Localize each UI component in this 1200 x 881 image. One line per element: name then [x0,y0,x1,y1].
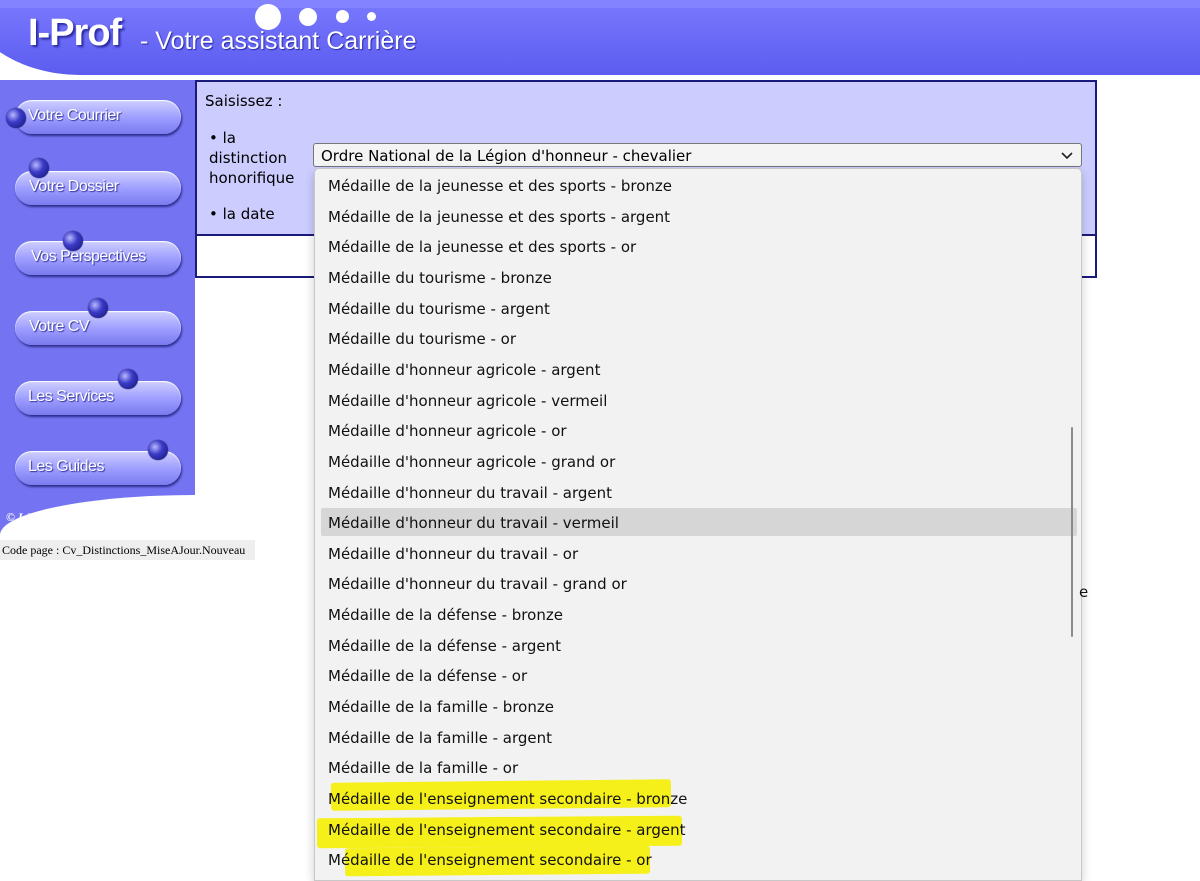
dropdown-scrollbar[interactable] [1071,427,1073,637]
orb-icon [148,440,168,460]
distinction-select[interactable]: Ordre National de la Légion d'honneur - … [313,143,1082,167]
dropdown-option[interactable]: Médaille d'honneur agricole - grand or [321,447,1077,475]
orb-icon [29,158,49,178]
orb-icon [63,231,83,251]
sidebar-item-perspectives[interactable]: Vos Perspectives [15,241,181,275]
dropdown-option[interactable]: Médaille de la jeunesse et des sports - … [321,202,1077,230]
sidebar-item-label: Votre CV [29,318,90,335]
decorative-dot-large [255,4,281,30]
dropdown-option[interactable]: Médaille du tourisme - bronze [321,263,1077,291]
sidebar-item-label: Vos Perspectives [31,248,146,265]
dropdown-option[interactable]: Médaille de la famille - or [321,753,1077,781]
dropdown-option[interactable]: Médaille de la jeunesse et des sports - … [321,171,1077,199]
form-instruction: Saisissez : [205,92,283,110]
distinction-select-value: Ordre National de la Légion d'honneur - … [321,147,692,165]
dropdown-option[interactable]: Médaille du tourisme - or [321,324,1077,352]
dropdown-option[interactable]: Médaille de la défense - or [321,661,1077,689]
decorative-dot-small [336,10,349,23]
logo-subtitle: - Votre assistant Carrière [140,27,417,55]
decorative-dot-tiny [367,12,376,21]
distinction-label: • la distinction honorifique [209,129,295,187]
dropdown-option[interactable]: Médaille du tourisme - argent [321,294,1077,322]
dropdown-option[interactable]: Médaille de l'enseignement secondaire - … [321,784,1077,812]
dropdown-option[interactable]: Médaille de la défense - bronze [321,600,1077,628]
date-label: • la date [209,205,275,223]
copyright-text: © I-Prof [6,510,49,524]
dropdown-option[interactable]: Médaille d'honneur du travail - vermeil [321,508,1077,537]
dropdown-option[interactable]: Médaille d'honneur du travail - grand or [321,569,1077,597]
orb-icon [118,369,138,389]
orb-icon [6,108,26,128]
header-top-bar [0,0,1200,8]
code-page-info: Code page : Cv_Distinctions_MiseAJour.No… [0,540,255,560]
dropdown-option[interactable]: Médaille d'honneur du travail - argent [321,478,1077,506]
sidebar-nav: Votre Courrier Votre Dossier Vos Perspec… [0,80,195,535]
sidebar-item-label: Les Services [28,388,114,405]
app-header: I-Prof - Votre assistant Carrière [0,0,1200,80]
orb-icon [88,298,108,318]
dropdown-option[interactable]: Médaille d'honneur agricole - vermeil [321,386,1077,414]
sidebar-item-label: Votre Dossier [29,178,119,195]
copyright-notice: © I-Prof V4 [6,509,69,526]
dropdown-option[interactable]: Médaille d'honneur du travail - or [321,539,1077,567]
decorative-dot-medium [299,8,317,26]
dropdown-option[interactable]: Médaille de l'enseignement secondaire - … [321,845,1077,873]
dropdown-option[interactable]: Médaille de la jeunesse et des sports - … [321,232,1077,260]
dropdown-option[interactable]: Médaille de la défense - argent [321,631,1077,659]
distinction-dropdown-list[interactable]: Médaille de la jeunesse et des sports - … [314,168,1082,881]
chevron-down-icon [1061,152,1073,160]
version-label: V4 [52,509,70,525]
dropdown-option[interactable]: Médaille de la famille - bronze [321,692,1077,720]
sidebar-item-services[interactable]: Les Services [15,381,181,415]
sidebar-item-label: Les Guides [28,458,104,475]
partial-background-text: e [1079,583,1089,601]
dropdown-option[interactable]: Médaille de la famille - argent [321,723,1077,751]
dropdown-option[interactable]: Médaille d'honneur agricole - or [321,416,1077,444]
sidebar-item-courrier[interactable]: Votre Courrier [15,100,181,134]
dropdown-option[interactable]: Médaille de l'enseignement secondaire - … [321,815,1077,843]
sidebar-item-label: Votre Courrier [28,107,121,124]
logo-title: I-Prof [28,12,122,54]
dropdown-option[interactable]: Médaille d'honneur agricole - argent [321,355,1077,383]
